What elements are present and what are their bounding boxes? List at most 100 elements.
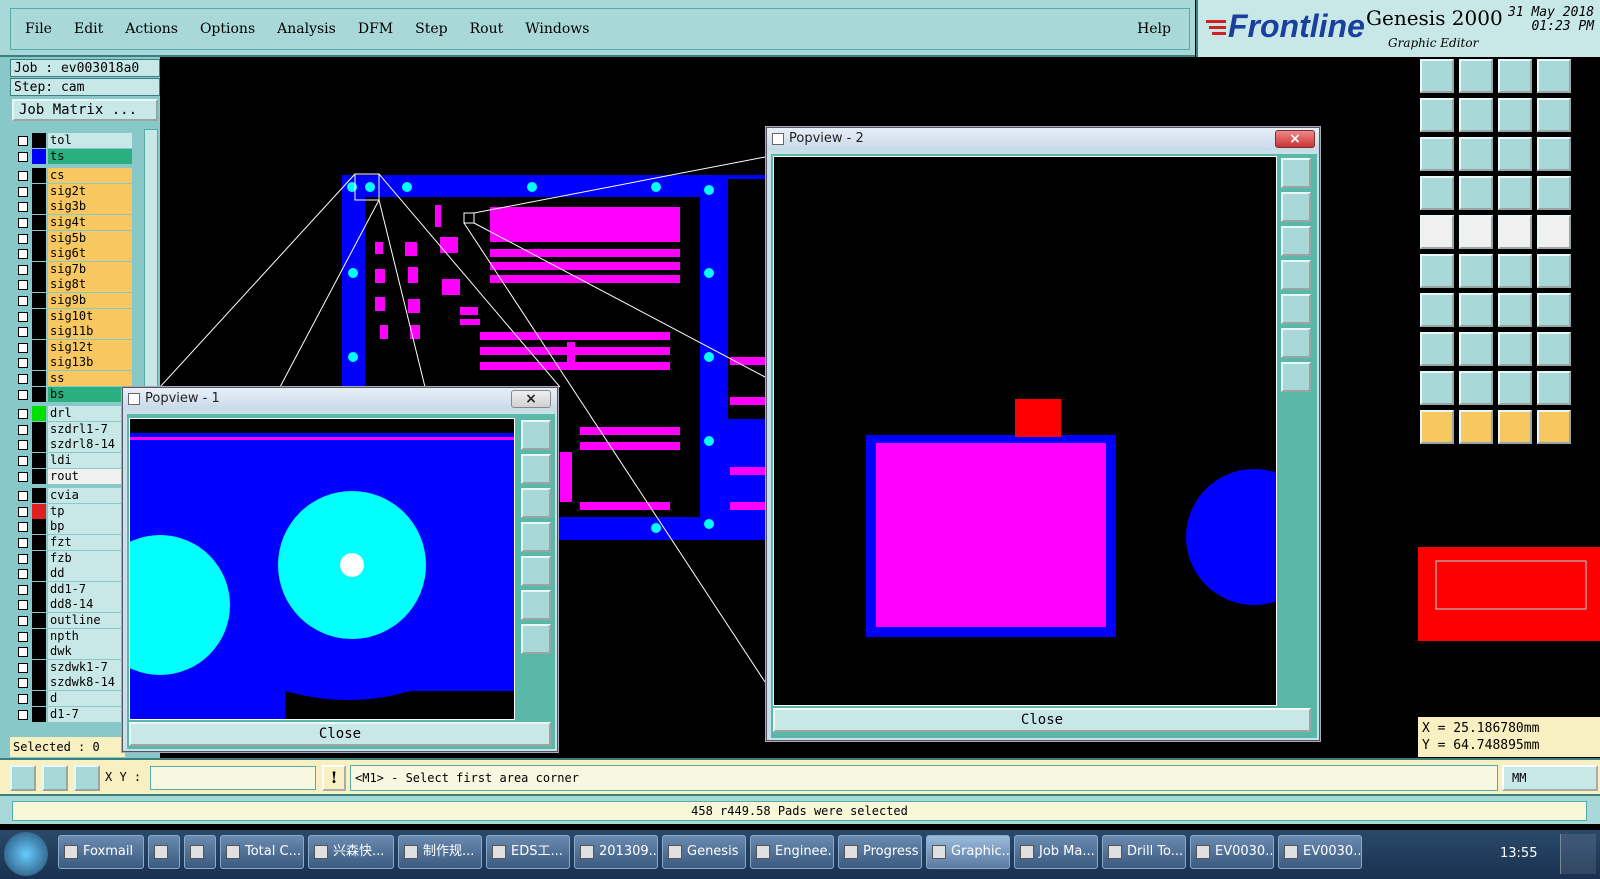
layer-row-szdwk1-7[interactable]: szdwk1-7: [12, 659, 132, 675]
menu-step[interactable]: Step: [415, 21, 447, 37]
triangle-icon[interactable]: [1420, 371, 1454, 405]
layer-row-rout[interactable]: rout: [12, 468, 132, 484]
popview-tool-fit[interactable]: [1281, 328, 1311, 358]
layer-row-sig13b[interactable]: sig13b: [12, 355, 132, 371]
layer-row-tp[interactable]: tp: [12, 503, 132, 519]
triangle3-icon[interactable]: [1498, 371, 1532, 405]
pointer-select-icon[interactable]: [1459, 410, 1493, 444]
triangle2-icon[interactable]: [1459, 371, 1493, 405]
taskbar-item[interactable]: 201309...: [574, 835, 658, 869]
popview-tool-center[interactable]: [521, 624, 551, 654]
layer-row-sig10t[interactable]: sig10t: [12, 308, 132, 324]
layer-checkbox[interactable]: [18, 709, 28, 720]
taskbar-item[interactable]: Drill To...: [1102, 835, 1186, 869]
cross-icon[interactable]: [1459, 254, 1493, 288]
net-icon[interactable]: [1420, 254, 1454, 288]
layer-checkbox[interactable]: [18, 522, 28, 533]
layer-checkbox[interactable]: [18, 171, 28, 182]
probe-icon[interactable]: [1498, 176, 1532, 210]
line-icon[interactable]: [1459, 293, 1493, 327]
layer-checkbox[interactable]: [18, 151, 28, 162]
layer-checkbox[interactable]: [18, 662, 28, 673]
taskbar-item[interactable]: EDS工...: [486, 835, 570, 869]
units-select[interactable]: MM: [1502, 765, 1598, 791]
layer-row-ss[interactable]: ss: [12, 371, 132, 386]
house-icon[interactable]: [1498, 59, 1532, 93]
layer-checkbox[interactable]: [18, 694, 28, 704]
text-icon[interactable]: [1537, 293, 1571, 327]
menu-options[interactable]: Options: [200, 21, 255, 37]
taskbar-item[interactable]: EV0030...: [1278, 835, 1362, 869]
taskbar-item[interactable]: [148, 835, 180, 869]
warning-icon[interactable]: !: [322, 765, 346, 791]
taskbar-item[interactable]: 兴森快...: [308, 835, 394, 869]
layer-row-bs[interactable]: bs: [12, 386, 132, 402]
menu-dfm[interactable]: DFM: [358, 21, 393, 37]
taskbar-item[interactable]: Graphic...: [926, 835, 1010, 869]
route-icon[interactable]: [1537, 410, 1571, 444]
taskbar-item[interactable]: 制作规...: [398, 835, 482, 869]
popview-tool-left[interactable]: [1281, 260, 1311, 290]
layer-checkbox[interactable]: [18, 311, 28, 322]
popview-2-close-button[interactable]: Close: [773, 708, 1311, 732]
load-icon[interactable]: [1459, 59, 1493, 93]
dot-icon[interactable]: [1537, 215, 1571, 249]
popview-tool-up[interactable]: [1281, 192, 1311, 222]
popview-tool-fit[interactable]: [521, 590, 551, 620]
popview-tool-up[interactable]: [521, 454, 551, 484]
popview-tool-zoom-in[interactable]: [1281, 158, 1311, 188]
layer-row-cvia[interactable]: cvia: [12, 488, 132, 504]
layer-checkbox[interactable]: [18, 616, 28, 626]
layer-row-szdrl8-14[interactable]: szdrl8-14: [12, 437, 132, 453]
popview-tool-down[interactable]: [1281, 226, 1311, 256]
layer-row-fzt[interactable]: fzt: [12, 535, 132, 550]
arc-icon[interactable]: [1498, 293, 1532, 327]
layer-checkbox[interactable]: [18, 296, 28, 306]
layer-row-sig11b[interactable]: sig11b: [12, 324, 132, 340]
layer-checkbox[interactable]: [18, 327, 28, 338]
layer-row-szdrl1-7[interactable]: szdrl1-7: [12, 421, 132, 437]
home-icon[interactable]: [1420, 59, 1454, 93]
popview-tool-center[interactable]: [1281, 362, 1311, 392]
vector-icon[interactable]: [1459, 215, 1493, 249]
popview-1-close-button[interactable]: Close: [129, 722, 551, 746]
layer-checkbox[interactable]: [18, 647, 28, 658]
probe2-icon[interactable]: [1537, 176, 1571, 210]
layer-checkbox[interactable]: [18, 186, 28, 197]
pointer-icon[interactable]: [1420, 410, 1454, 444]
layer-checkbox[interactable]: [18, 264, 28, 275]
close-icon[interactable]: ×: [511, 390, 551, 408]
measure-icon[interactable]: [1498, 332, 1532, 366]
layer-checkbox[interactable]: [18, 440, 28, 451]
xy-input[interactable]: [150, 766, 316, 790]
layer-checkbox[interactable]: [18, 584, 28, 595]
menu-actions[interactable]: Actions: [125, 21, 178, 37]
taskbar-item[interactable]: Progress: [838, 835, 922, 869]
undo-icon[interactable]: [1498, 98, 1532, 132]
layer-row-d[interactable]: d: [12, 691, 132, 706]
layer-row-ts[interactable]: ts: [12, 148, 132, 164]
layer-row-fzb[interactable]: fzb: [12, 550, 132, 566]
layer-checkbox[interactable]: [18, 471, 28, 482]
left-arrow-icon[interactable]: [1420, 98, 1454, 132]
arrow-out-icon[interactable]: [1537, 254, 1571, 288]
taskbar-item[interactable]: Job Ma...: [1014, 835, 1098, 869]
layer-checkbox[interactable]: [18, 491, 28, 502]
layer-row-ldi[interactable]: ldi: [12, 453, 132, 468]
layer-checkbox[interactable]: [18, 233, 28, 244]
close-icon[interactable]: ×: [1275, 130, 1315, 148]
layer-checkbox[interactable]: [18, 553, 28, 564]
move-icon[interactable]: [1420, 332, 1454, 366]
triangle4-icon[interactable]: [1537, 371, 1571, 405]
show-desktop-button[interactable]: [1560, 834, 1596, 874]
measure-icon[interactable]: [42, 765, 68, 791]
popview-2-canvas[interactable]: [773, 156, 1277, 706]
snap-icon[interactable]: [1420, 176, 1454, 210]
layer-checkbox[interactable]: [18, 202, 28, 213]
layer-row-dd1-7[interactable]: dd1-7: [12, 581, 132, 597]
split-icon[interactable]: [1459, 332, 1493, 366]
layer-checkbox[interactable]: [18, 342, 28, 353]
pad-icon[interactable]: [1420, 215, 1454, 249]
layer-row-sig5b[interactable]: sig5b: [12, 230, 132, 246]
menu-help[interactable]: Help: [1137, 21, 1171, 37]
